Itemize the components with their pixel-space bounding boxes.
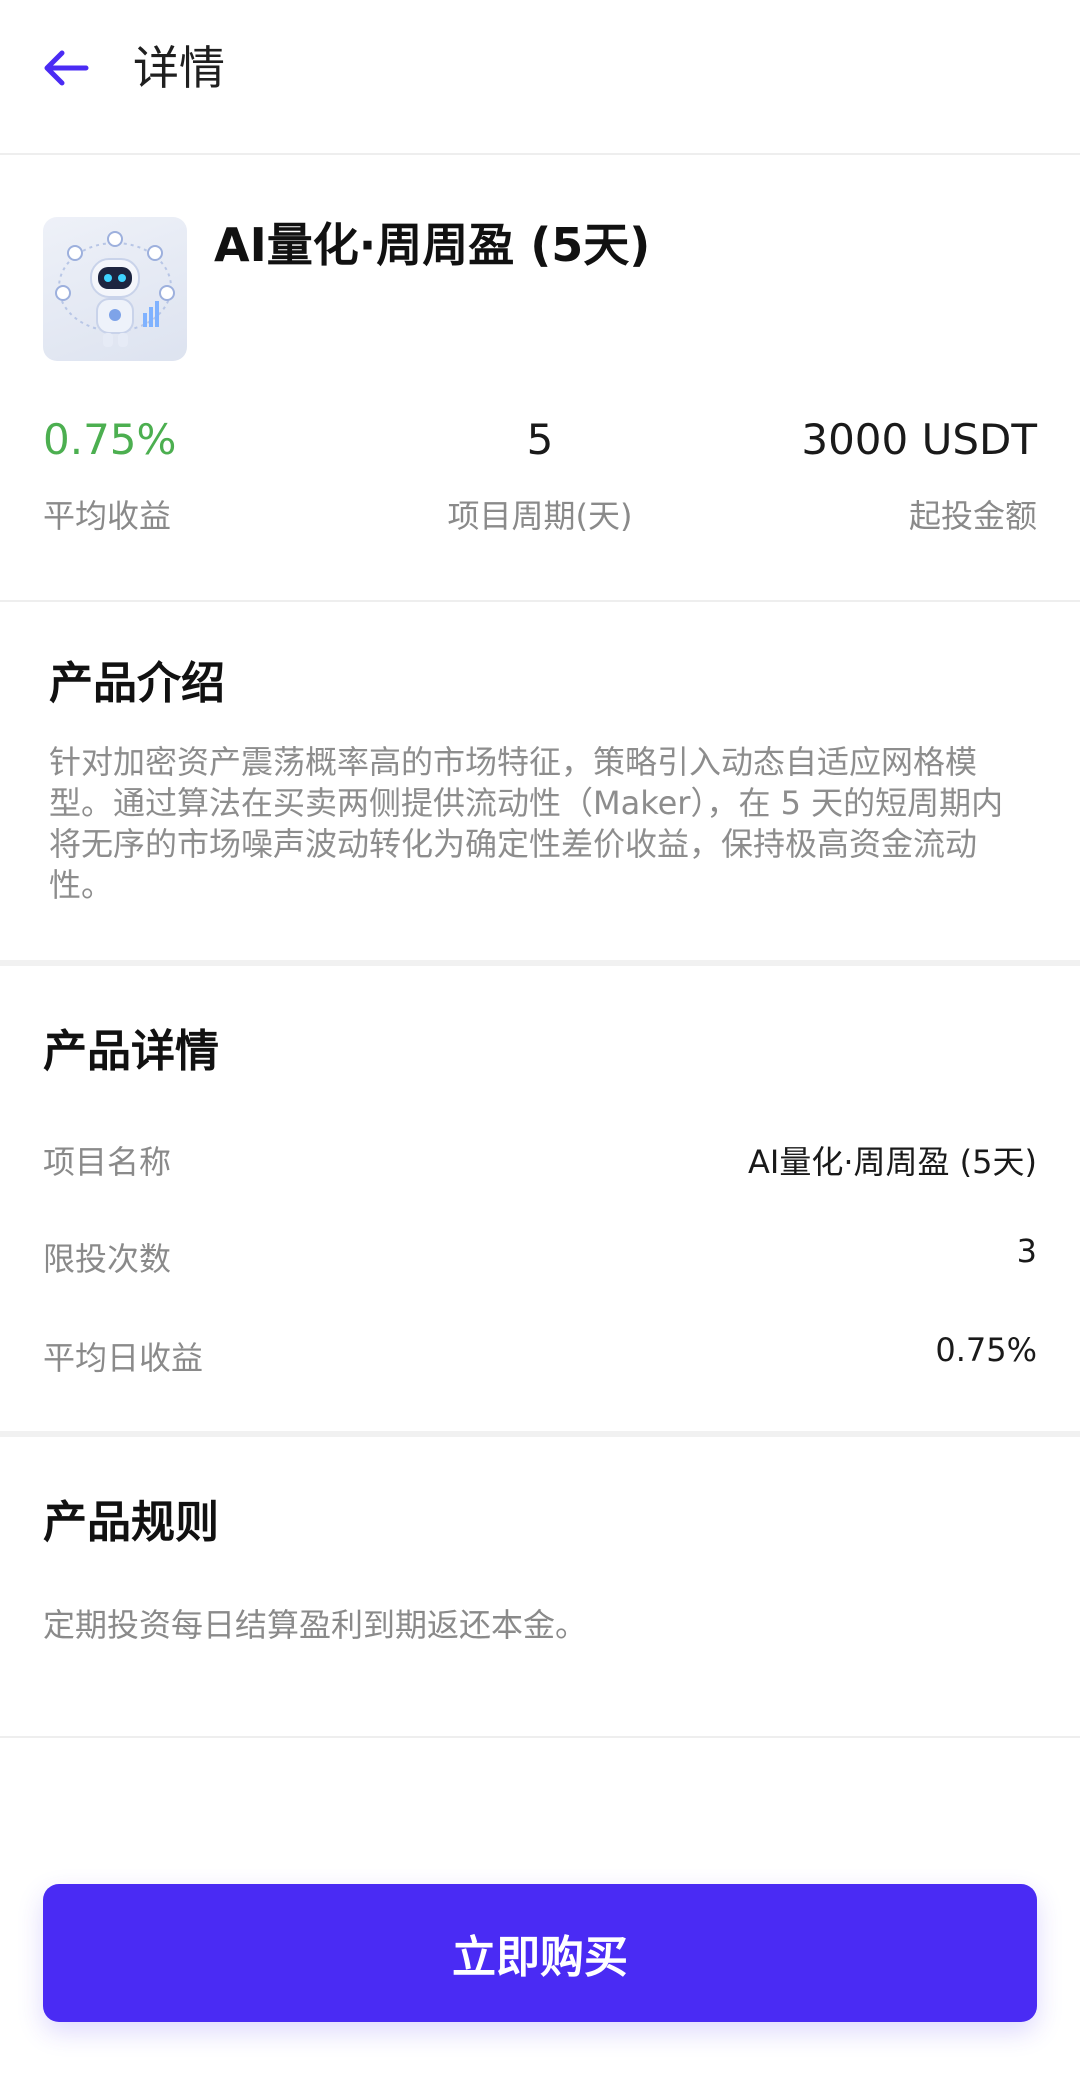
detail-key: 限投次数 xyxy=(43,1240,172,1278)
top-bar: 详情 xyxy=(0,0,1080,155)
product-summary: AI量化·周周盈 (5天) 0.75% 平均收益 5 项目周期(天) 3000 … xyxy=(0,157,1080,602)
detail-value: 0.75% xyxy=(935,1331,1037,1369)
detail-page: 详情 AI量化·周周盈 (5天) 0.75% 平均收益 5 项目周期(天) 30… xyxy=(0,0,1080,2083)
page-title: 详情 xyxy=(133,41,225,95)
back-button[interactable] xyxy=(38,40,94,96)
product-name: AI量化·周周盈 (5天) xyxy=(214,218,651,272)
product-thumbnail xyxy=(43,217,187,361)
product-rules-section: 产品规则 定期投资每日结算盈利到期返还本金。 xyxy=(0,1443,1080,1738)
detail-row-limit: 限投次数 3 xyxy=(43,1232,1037,1284)
detail-row-project-name: 项目名称 AI量化·周周盈 (5天) xyxy=(43,1137,1037,1187)
product-details-section: 产品详情 项目名称 AI量化·周周盈 (5天) 限投次数 3 平均日收益 0.7… xyxy=(0,972,1080,1437)
section-title: 产品详情 xyxy=(43,1026,219,1077)
detail-value: 3 xyxy=(1016,1232,1037,1270)
rules-text: 定期投资每日结算盈利到期返还本金。 xyxy=(43,1606,588,1644)
stat-value: 3000 USDT xyxy=(801,415,1037,464)
section-title: 产品介绍 xyxy=(49,658,225,709)
stat-label: 起投金额 xyxy=(908,497,1037,535)
robot-icon xyxy=(55,231,175,347)
intro-text: 针对加密资产震荡概率高的市场特征，策略引入动态自适应网格模型。通过算法在买卖两侧… xyxy=(49,743,1004,904)
detail-key: 平均日收益 xyxy=(43,1339,204,1377)
section-title: 产品规则 xyxy=(43,1497,219,1548)
product-intro-section: 产品介绍 针对加密资产震荡概率高的市场特征，策略引入动态自适应网格模型。通过算法… xyxy=(0,604,1080,966)
product-stats: 0.75% 平均收益 5 项目周期(天) 3000 USDT 起投金额 xyxy=(43,412,1037,552)
detail-row-daily-yield: 平均日收益 0.75% xyxy=(43,1331,1037,1383)
detail-value: AI量化·周周盈 (5天) xyxy=(747,1143,1037,1181)
buy-now-button[interactable]: 立即购买 xyxy=(43,1884,1037,2022)
arrow-left-icon xyxy=(44,50,89,86)
stat-min-investment: 3000 USDT 起投金额 xyxy=(801,412,1037,538)
detail-key: 项目名称 xyxy=(43,1143,172,1181)
